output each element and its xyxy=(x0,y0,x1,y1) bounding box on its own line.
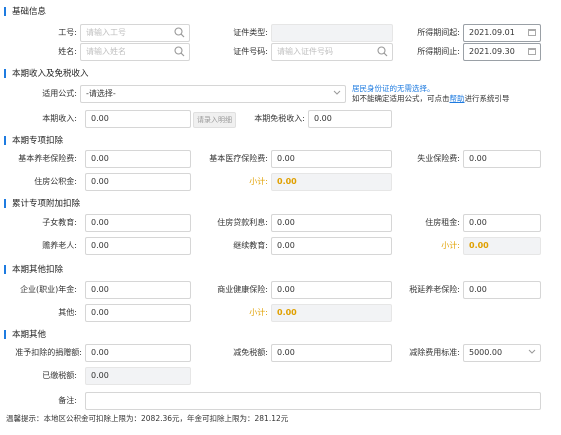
formula-select[interactable]: -请选择- xyxy=(80,85,346,103)
annuity-input[interactable]: 0.00 xyxy=(85,281,191,299)
cont-edu-label: 继续教育: xyxy=(233,241,268,250)
section-marker xyxy=(4,330,6,339)
income-input[interactable]: 0.00 xyxy=(85,110,191,128)
cert-type-label: 证件类型: xyxy=(233,28,268,37)
formula-label: 适用公式: xyxy=(42,89,77,98)
period-end-value: 2021.09.30 xyxy=(469,47,515,56)
pension-input[interactable]: 0.00 xyxy=(85,150,191,168)
other-label: 其他: xyxy=(58,308,77,317)
section-income-title: 本期收入及免税收入 xyxy=(4,68,89,80)
other-deduction-subtotal-label: 小计: xyxy=(249,308,268,317)
medical-input[interactable]: 0.00 xyxy=(271,150,392,168)
section-additional-title: 累计专项附加扣除 xyxy=(4,198,80,210)
section-marker xyxy=(4,136,6,145)
name-input[interactable]: 请输入姓名 xyxy=(80,43,190,61)
section-marker xyxy=(4,265,6,274)
deduction-standard-value: 5000.00 xyxy=(469,348,503,357)
unemploy-input[interactable]: 0.00 xyxy=(463,150,541,168)
health-insurance-input[interactable]: 0.00 xyxy=(271,281,392,299)
rent-label: 住房租金: xyxy=(425,218,460,227)
job-no-label: 工号: xyxy=(58,28,77,37)
chevron-down-icon xyxy=(528,347,536,361)
search-icon[interactable] xyxy=(377,46,388,60)
elder-input[interactable]: 0.00 xyxy=(85,237,191,255)
cert-no-placeholder: 请输入证件号码 xyxy=(277,47,333,56)
annuity-label: 企业(职业)年金: xyxy=(20,285,77,294)
special-subtotal-label: 小计: xyxy=(249,177,268,186)
additional-subtotal-field: 0.00 xyxy=(463,237,541,255)
cert-type-select[interactable] xyxy=(271,24,393,42)
cont-edu-input[interactable]: 0.00 xyxy=(271,237,392,255)
other-deduction-subtotal-field: 0.00 xyxy=(271,304,392,322)
period-end-input[interactable]: 2021.09.30 xyxy=(463,43,541,61)
child-edu-input[interactable]: 0.00 xyxy=(85,214,191,232)
calendar-icon[interactable] xyxy=(528,29,536,36)
child-edu-label: 子女教育: xyxy=(42,218,77,227)
rent-input[interactable]: 0.00 xyxy=(463,214,541,232)
formula-value: -请选择- xyxy=(86,89,116,98)
section-marker xyxy=(4,69,6,78)
section-marker xyxy=(4,199,6,208)
name-placeholder: 请输入姓名 xyxy=(86,47,126,56)
name-label: 姓名: xyxy=(58,47,77,56)
loan-input[interactable]: 0.00 xyxy=(271,214,392,232)
cert-no-label: 证件号码: xyxy=(233,47,268,56)
health-insurance-label: 商业健康保险: xyxy=(217,285,268,294)
paid-tax-field: 0.00 xyxy=(85,367,191,385)
footer-tip: 温馨提示：本地区公积金可扣除上限为：2082.36元，年金可扣除上限为：281.… xyxy=(6,414,289,423)
pension-label: 基本养老保险费: xyxy=(18,154,77,163)
loan-label: 住房贷款利息: xyxy=(217,218,268,227)
section-other-title: 本期其他 xyxy=(4,329,46,341)
period-start-input[interactable]: 2021.09.01 xyxy=(463,24,541,42)
medical-label: 基本医疗保险费: xyxy=(209,154,268,163)
housing-fund-label: 住房公积金: xyxy=(34,177,77,186)
section-marker xyxy=(4,7,6,16)
housing-fund-input[interactable]: 0.00 xyxy=(85,173,191,191)
chevron-down-icon xyxy=(333,88,341,102)
search-icon[interactable] xyxy=(174,46,185,60)
remark-label: 备注: xyxy=(58,396,77,405)
period-start-value: 2021.09.01 xyxy=(469,28,515,37)
enter-detail-button[interactable]: 请录入明细 xyxy=(193,112,236,128)
section-other-deduction-title: 本期其他扣除 xyxy=(4,264,63,276)
job-no-input[interactable]: 请输入工号 xyxy=(80,24,190,42)
special-subtotal-field: 0.00 xyxy=(271,173,392,191)
relief-input[interactable]: 0.00 xyxy=(271,344,392,362)
elder-label: 赡养老人: xyxy=(42,241,77,250)
income-label: 本期收入: xyxy=(42,114,77,123)
deferred-pension-label: 税延养老保险: xyxy=(409,285,460,294)
other-input[interactable]: 0.00 xyxy=(85,304,191,322)
deferred-pension-input[interactable]: 0.00 xyxy=(463,281,541,299)
help-link[interactable]: 帮助 xyxy=(450,94,465,103)
formula-note-line2: 如不能确定适用公式，可点击帮助进行系统引导 xyxy=(352,94,510,103)
relief-label: 减免税额: xyxy=(233,348,268,357)
section-basic-title: 基础信息 xyxy=(4,6,46,18)
deduction-standard-select[interactable]: 5000.00 xyxy=(463,344,541,362)
taxfree-label: 本期免税收入: xyxy=(254,114,305,123)
remark-input[interactable] xyxy=(85,392,541,410)
taxfree-input[interactable]: 0.00 xyxy=(308,110,392,128)
period-start-label: 所得期间起: xyxy=(417,28,460,37)
deduction-standard-label: 减除费用标准: xyxy=(409,348,460,357)
period-end-label: 所得期间止: xyxy=(417,47,460,56)
search-icon[interactable] xyxy=(174,27,185,41)
cert-no-input[interactable]: 请输入证件号码 xyxy=(271,43,393,61)
job-no-placeholder: 请输入工号 xyxy=(86,28,126,37)
donation-input[interactable]: 0.00 xyxy=(85,344,191,362)
calendar-icon[interactable] xyxy=(528,48,536,55)
paid-tax-label: 已缴税额: xyxy=(42,371,77,380)
additional-subtotal-label: 小计: xyxy=(441,241,460,250)
donation-label: 准予扣除的捐赠额: xyxy=(15,348,82,357)
unemploy-label: 失业保险费: xyxy=(417,154,460,163)
formula-note-line1: 居民身份证的无需选择。 xyxy=(352,84,435,93)
section-special-title: 本期专项扣除 xyxy=(4,135,63,147)
